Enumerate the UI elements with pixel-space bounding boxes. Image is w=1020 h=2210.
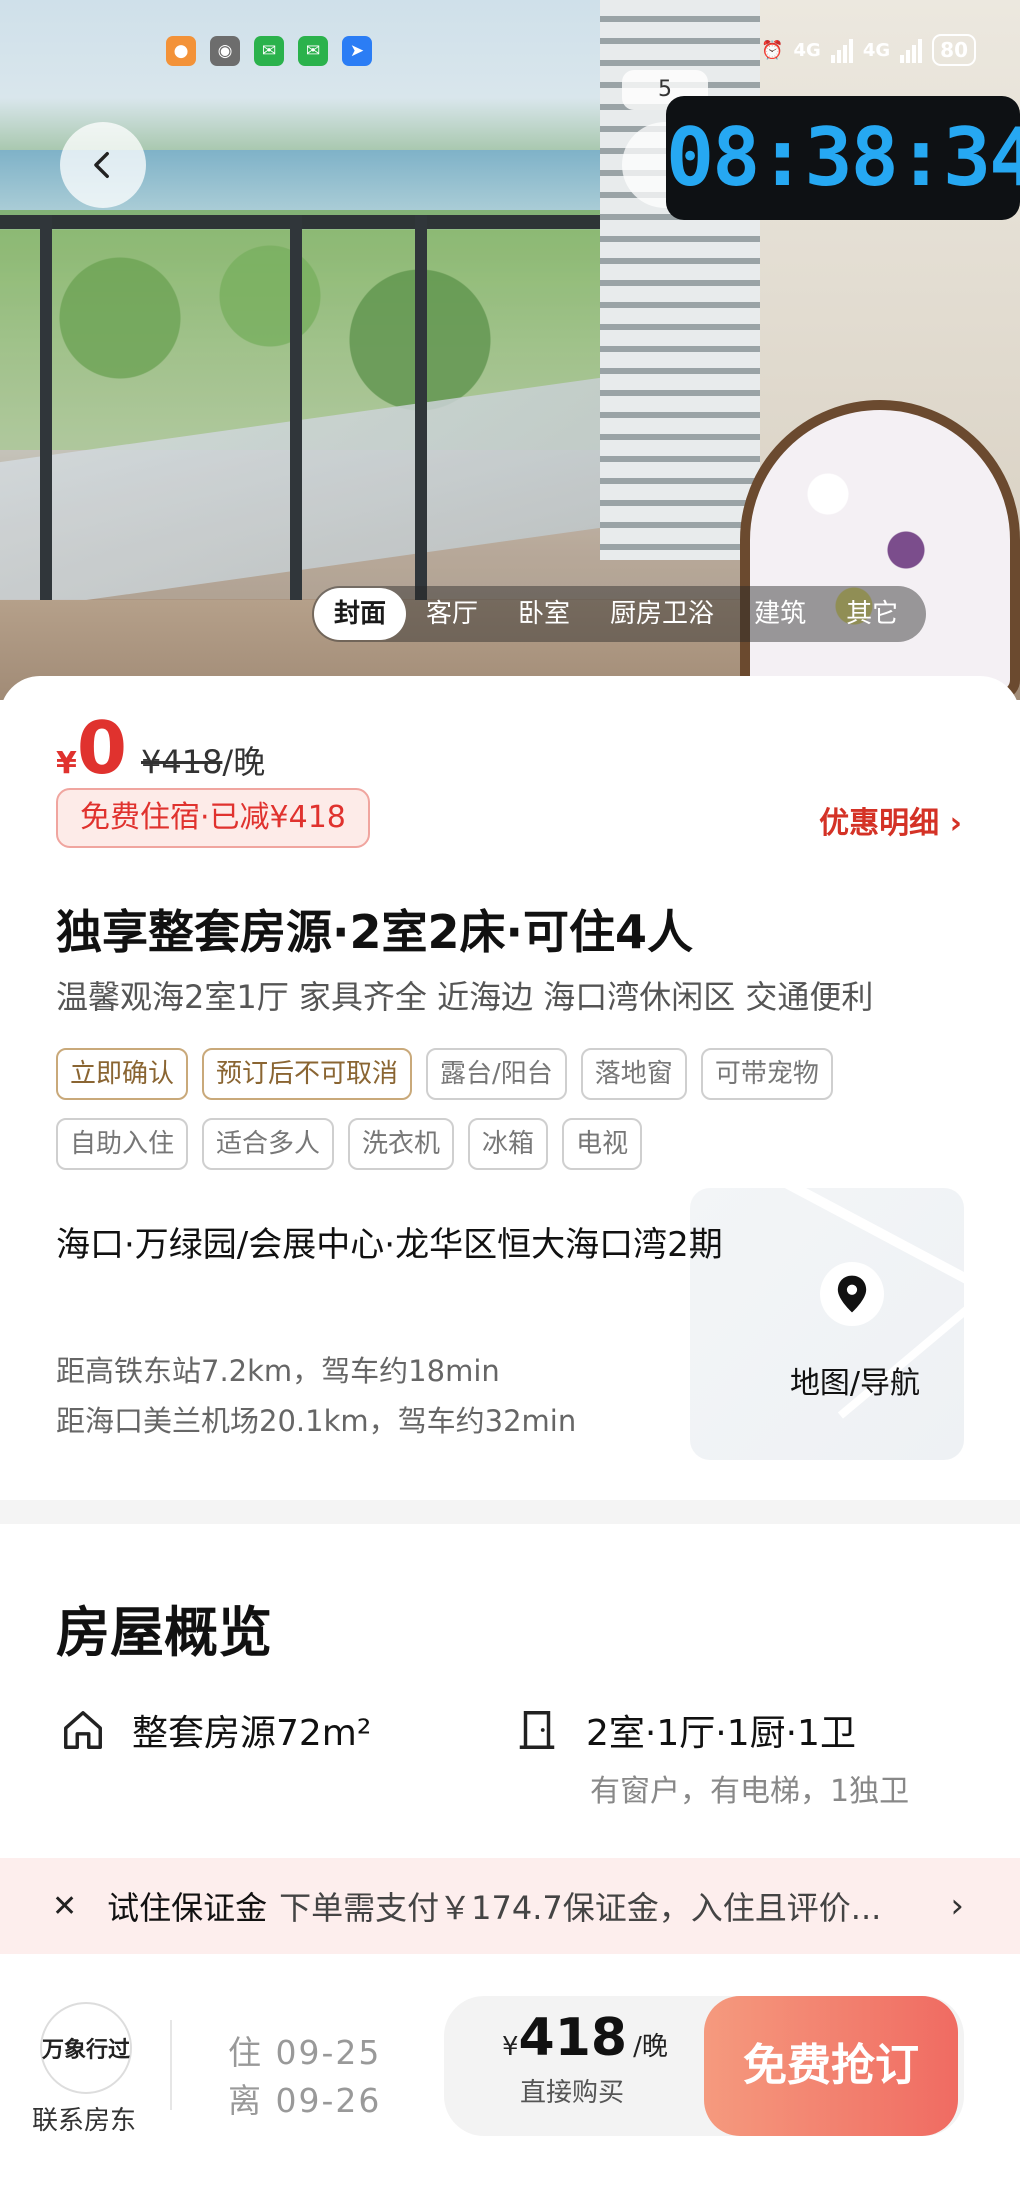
tag-row: 立即确认 预订后不可取消 露台/阳台 落地窗 可带宠物	[56, 1048, 956, 1100]
photo-post	[290, 215, 302, 615]
notification-icons: ● ◉ ✉ ✉ ➤	[166, 36, 372, 66]
feature-tag: 自助入住	[56, 1118, 189, 1170]
network-label: 4G	[862, 39, 891, 61]
system-status: ⏰ 4G 4G 80	[761, 34, 976, 66]
area-info: 整套房源72m²	[60, 1704, 371, 1756]
map-navigation-label[interactable]: 地图/导航	[690, 1358, 1020, 1402]
discount-badge: 免费住宿·已减¥418	[56, 788, 370, 848]
feature-tag: 冰箱	[468, 1118, 549, 1170]
tab-photo-category[interactable]: 其它	[826, 588, 918, 640]
original-price: ¥418/晚	[140, 743, 266, 781]
location-app-icon: ➤	[342, 36, 372, 66]
divider	[170, 2020, 172, 2110]
tag-row: 自助入住 适合多人 洗衣机 冰箱 电视	[56, 1118, 956, 1170]
section-divider	[0, 1500, 1020, 1524]
app-orange-icon: ●	[166, 36, 196, 66]
listing-title: 独享整套房源·2室2床·可住4人	[56, 905, 693, 959]
network-label: 4G	[793, 39, 821, 61]
checkout-date[interactable]: 离 09-26	[228, 2074, 381, 2122]
close-icon[interactable]: ✕	[52, 1889, 77, 1924]
photo-post	[415, 215, 427, 615]
tab-photo-category[interactable]: 封面	[314, 588, 407, 640]
tab-photo-category[interactable]: 卧室	[498, 588, 590, 640]
alarm-icon: ⏰	[761, 39, 784, 61]
feature-tag: 露台/阳台	[426, 1048, 567, 1100]
location-pin-icon	[820, 1262, 884, 1326]
deposit-label: 试住保证金	[107, 1889, 268, 1927]
host-avatar[interactable]: 万象行过	[40, 2002, 132, 2094]
feature-tag: 适合多人	[202, 1118, 335, 1170]
feature-tag: 落地窗	[580, 1048, 687, 1100]
listing-subtitle: 温馨观海2室1厅 家具齐全 近海边 海口湾休闲区 交通便利	[56, 978, 874, 1016]
feature-tag: 电视	[562, 1118, 643, 1170]
clock-overlay: 08:38:34	[666, 96, 1020, 220]
chevron-left-icon	[94, 151, 109, 179]
price-row: ¥ 0 ¥418/晚	[56, 712, 265, 784]
buy-price: ¥418/晚	[502, 2008, 668, 2068]
feature-tag: 洗衣机	[348, 1118, 455, 1170]
tab-photo-category[interactable]: 建筑	[734, 588, 826, 640]
tab-photo-category[interactable]: 厨房卫浴	[590, 588, 734, 640]
promo-detail-link[interactable]: 优惠明细 ›	[819, 798, 962, 842]
feature-tag: 立即确认	[56, 1048, 189, 1100]
free-booking-button[interactable]: 免费抢订	[704, 1996, 958, 2136]
door-icon	[519, 1711, 555, 1749]
deposit-text: 下单需支付￥174.7保证金，入住且评价...	[279, 1889, 882, 1927]
feature-tag: 预订后不可取消	[202, 1048, 413, 1100]
photo-chair	[740, 400, 1020, 700]
signal-icon	[830, 37, 853, 63]
distance-train: 距高铁东站7.2km，驾车约18min	[56, 1354, 500, 1388]
feature-tag: 可带宠物	[700, 1048, 833, 1100]
tab-photo-category[interactable]: 客厅	[406, 588, 498, 640]
house-icon	[64, 1711, 102, 1749]
chevron-right-icon: ›	[950, 1886, 964, 1926]
deposit-banner[interactable]: ✕ 试住保证金 下单需支付￥174.7保证金，入住且评价... ›	[0, 1858, 1020, 1954]
photo-post	[40, 215, 52, 615]
battery-icon: 80	[932, 34, 976, 66]
photo-category-tabs: 封面 客厅 卧室 厨房卫浴 建筑 其它	[312, 586, 927, 642]
camera-app-icon: ◉	[210, 36, 240, 66]
wechat-icon: ✉	[254, 36, 284, 66]
signal-icon	[900, 37, 923, 63]
contact-host-label[interactable]: 联系房东	[32, 2100, 136, 2137]
overview-title: 房屋概览	[56, 1601, 272, 1664]
checkin-date[interactable]: 住 09-25	[228, 2026, 381, 2074]
chevron-right-icon: ›	[949, 806, 962, 841]
direct-buy-label: 直接购买	[520, 2078, 625, 2108]
room-details: 有窗户，有电梯，1独卫	[590, 1774, 910, 1809]
wechat-icon-2: ✉	[298, 36, 328, 66]
address: 海口·万绿园/会展中心·龙华区恒大海口湾2期	[56, 1225, 723, 1265]
current-price: 0	[76, 706, 127, 790]
distance-airport: 距海口美兰机场20.1km，驾车约32min	[56, 1404, 577, 1438]
back-button[interactable]	[60, 122, 146, 208]
currency-symbol: ¥	[56, 746, 77, 781]
room-info: 2室·1厅·1厨·1卫	[514, 1704, 856, 1756]
